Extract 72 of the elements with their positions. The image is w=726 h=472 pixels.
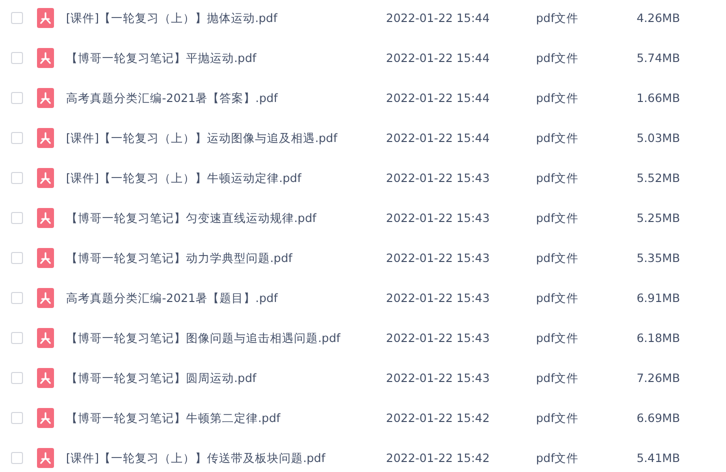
file-size: 4.26MB — [636, 11, 680, 25]
pdf-file-icon — [37, 288, 54, 308]
pdf-file-icon — [37, 368, 54, 388]
file-type: pdf文件 — [536, 90, 580, 106]
file-type: pdf文件 — [536, 410, 580, 426]
file-size: 5.52MB — [636, 171, 680, 185]
file-name[interactable]: 【博哥一轮复习笔记】平抛运动.pdf — [66, 50, 386, 66]
checkbox[interactable] — [11, 92, 23, 104]
modified-date: 2022-01-22 15:44 — [386, 51, 491, 65]
file-type: pdf文件 — [536, 290, 580, 306]
file-size: 6.69MB — [636, 411, 680, 425]
modified-date: 2022-01-22 15:43 — [386, 251, 491, 265]
file-name[interactable]: 【博哥一轮复习笔记】牛顿第二定律.pdf — [66, 410, 386, 426]
file-name[interactable]: 【博哥一轮复习笔记】圆周运动.pdf — [66, 370, 386, 386]
file-name[interactable]: [课件]【一轮复习（上）】运动图像与追及相遇.pdf — [66, 130, 386, 146]
checkbox[interactable] — [11, 412, 23, 424]
checkbox[interactable] — [11, 172, 23, 184]
checkbox[interactable] — [11, 452, 23, 464]
modified-date: 2022-01-22 15:42 — [386, 411, 491, 425]
pdf-file-icon — [37, 248, 54, 268]
pdf-file-icon — [37, 328, 54, 348]
checkbox[interactable] — [11, 212, 23, 224]
modified-date: 2022-01-22 15:42 — [386, 451, 491, 465]
file-name[interactable]: 【博哥一轮复习笔记】动力学典型问题.pdf — [66, 250, 386, 266]
file-size: 7.26MB — [636, 371, 680, 385]
file-size: 5.03MB — [636, 131, 680, 145]
modified-date: 2022-01-22 15:43 — [386, 211, 491, 225]
pdf-file-icon — [37, 168, 54, 188]
pdf-file-icon — [37, 208, 54, 228]
pdf-file-icon — [37, 448, 54, 468]
file-type: pdf文件 — [536, 330, 580, 346]
file-name[interactable]: [课件]【一轮复习（上）】牛顿运动定律.pdf — [66, 170, 386, 186]
modified-date: 2022-01-22 15:43 — [386, 371, 491, 385]
file-name[interactable]: 高考真题分类汇编-2021暑【答案】.pdf — [66, 90, 386, 106]
modified-date: 2022-01-22 15:44 — [386, 11, 491, 25]
checkbox[interactable] — [11, 52, 23, 64]
file-type: pdf文件 — [536, 210, 580, 226]
modified-date: 2022-01-22 15:43 — [386, 331, 491, 345]
pdf-file-icon — [37, 48, 54, 68]
file-type: pdf文件 — [536, 450, 580, 466]
file-name[interactable]: 【博哥一轮复习笔记】图像问题与追击相遇问题.pdf — [66, 330, 386, 346]
modified-date: 2022-01-22 15:43 — [386, 171, 491, 185]
pdf-file-icon — [37, 8, 54, 28]
file-name[interactable]: [课件]【一轮复习（上）】传送带及板块问题.pdf — [66, 450, 386, 466]
modified-date: 2022-01-22 15:44 — [386, 91, 491, 105]
file-size: 1.66MB — [636, 91, 680, 105]
file-name[interactable]: 高考真题分类汇编-2021暑【题目】.pdf — [66, 290, 386, 306]
file-type: pdf文件 — [536, 130, 580, 146]
file-name[interactable]: 【博哥一轮复习笔记】匀变速直线运动规律.pdf — [66, 210, 386, 226]
checkbox[interactable] — [11, 332, 23, 344]
file-type: pdf文件 — [536, 10, 580, 26]
checkbox[interactable] — [11, 252, 23, 264]
file-size: 5.41MB — [636, 451, 680, 465]
file-type: pdf文件 — [536, 50, 580, 66]
file-type: pdf文件 — [536, 370, 580, 386]
file-type: pdf文件 — [536, 170, 580, 186]
file-size: 6.18MB — [636, 331, 680, 345]
pdf-file-icon — [37, 128, 54, 148]
modified-date: 2022-01-22 15:44 — [386, 131, 491, 145]
file-size: 6.91MB — [636, 291, 680, 305]
file-name[interactable]: [课件]【一轮复习（上）】抛体运动.pdf — [66, 10, 386, 26]
file-size: 5.74MB — [636, 51, 680, 65]
file-size: 5.25MB — [636, 211, 680, 225]
pdf-file-icon — [37, 88, 54, 108]
file-type: pdf文件 — [536, 250, 580, 266]
checkbox[interactable] — [11, 12, 23, 24]
modified-date: 2022-01-22 15:43 — [386, 291, 491, 305]
checkbox[interactable] — [11, 132, 23, 144]
checkbox[interactable] — [11, 372, 23, 384]
file-size: 5.35MB — [636, 251, 680, 265]
checkbox[interactable] — [11, 292, 23, 304]
pdf-file-icon — [37, 408, 54, 428]
